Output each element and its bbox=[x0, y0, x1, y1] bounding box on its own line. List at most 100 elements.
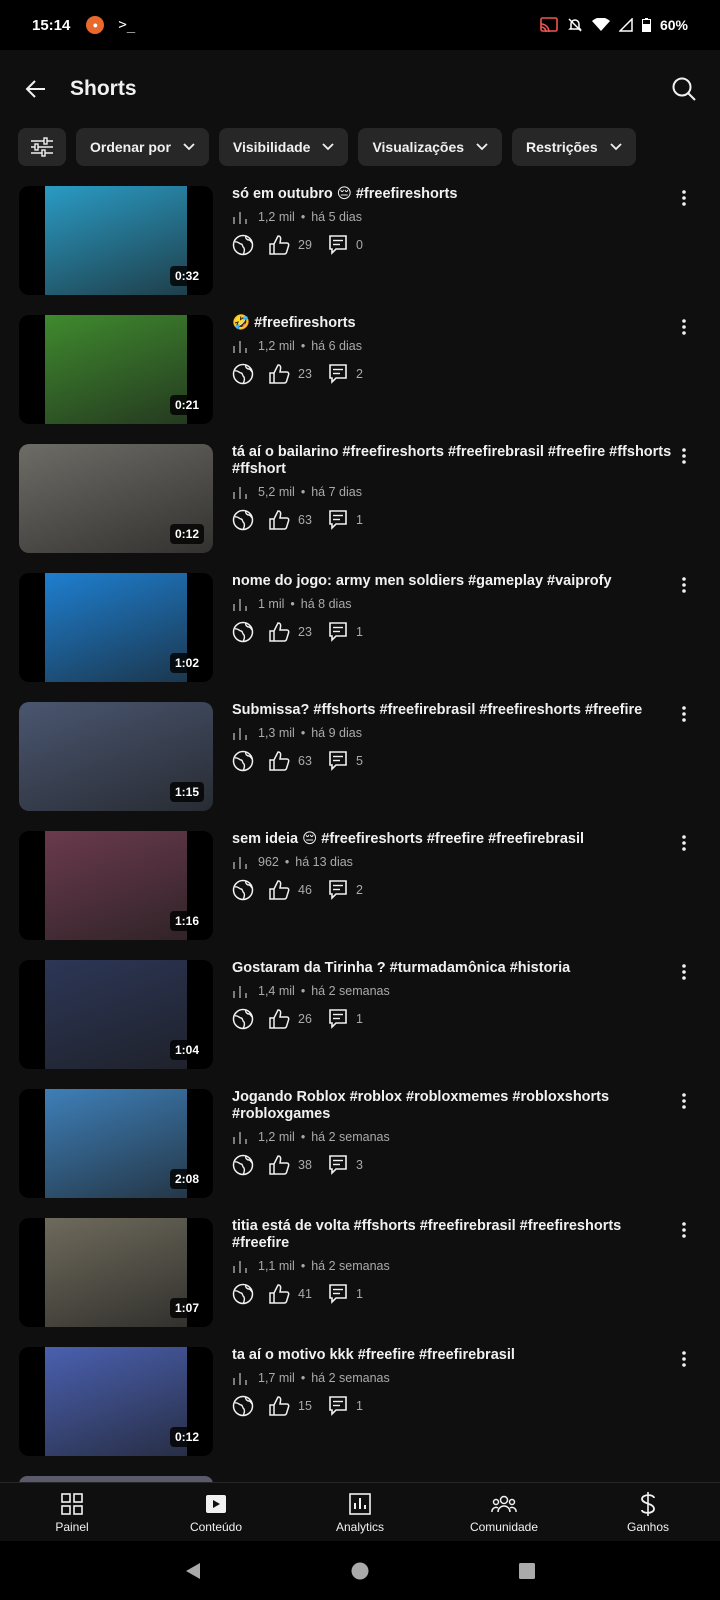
video-thumbnail[interactable]: 2:08 bbox=[19, 1089, 213, 1198]
system-home-icon[interactable] bbox=[350, 1561, 370, 1581]
like-count: 63 bbox=[298, 754, 312, 768]
video-title[interactable]: titia está de volta #ffshorts #freefireb… bbox=[232, 1218, 680, 1252]
nav-dashboard[interactable]: Painel bbox=[7, 1490, 137, 1534]
video-row[interactable]: 1:16 sem ideia 😔 #freefireshorts #freefi… bbox=[0, 831, 720, 960]
separator-dot: • bbox=[300, 984, 306, 998]
more-options-icon[interactable] bbox=[674, 1349, 694, 1369]
video-title[interactable]: Submissa? #ffshorts #freefirebrasil #fre… bbox=[232, 702, 680, 719]
video-title[interactable]: sem ideia 😔 #freefireshorts #freefire #f… bbox=[232, 831, 680, 848]
globe-public-icon[interactable] bbox=[232, 1283, 254, 1305]
video-thumbnail[interactable]: 0:12 bbox=[19, 1347, 213, 1456]
globe-public-icon[interactable] bbox=[232, 363, 254, 385]
notification-app-icon: ● bbox=[86, 16, 105, 34]
video-metadata: Submissa? #ffshorts #freefirebrasil #fre… bbox=[232, 702, 680, 772]
video-thumbnail[interactable]: 0:32 bbox=[19, 186, 213, 295]
chevron-down-icon bbox=[183, 143, 195, 151]
video-metadata: Gostaram da Tirinha ? #turmadamônica #hi… bbox=[232, 960, 680, 1030]
video-thumbnail[interactable]: 1:02 bbox=[19, 573, 213, 682]
nav-content[interactable]: Conteúdo bbox=[151, 1490, 281, 1534]
video-thumbnail[interactable]: 1:15 bbox=[19, 702, 213, 811]
video-duration: 1:02 bbox=[169, 653, 204, 673]
views-bars-icon bbox=[232, 984, 248, 998]
sort-dropdown[interactable]: Ordenar por bbox=[76, 128, 209, 166]
search-icon[interactable] bbox=[668, 73, 700, 105]
video-stats: 1,4 mil • há 2 semanas bbox=[232, 984, 680, 998]
restrictions-dropdown[interactable]: Restrições bbox=[512, 128, 636, 166]
globe-public-icon[interactable] bbox=[232, 750, 254, 772]
thumbs-up-icon bbox=[268, 879, 290, 901]
video-thumbnail[interactable]: 1:07 bbox=[19, 1218, 213, 1327]
more-options-icon[interactable] bbox=[674, 704, 694, 724]
video-thumbnail[interactable]: 0:12 bbox=[19, 444, 213, 553]
globe-public-icon[interactable] bbox=[232, 621, 254, 643]
video-stats: 1,1 mil • há 2 semanas bbox=[232, 1259, 680, 1273]
video-row[interactable]: 0:12 tá aí o bailarino #freefireshorts #… bbox=[0, 444, 720, 573]
bottom-navigation: Painel Conteúdo Analytics Comunidade Gan… bbox=[0, 1482, 720, 1541]
more-options-icon[interactable] bbox=[674, 317, 694, 337]
globe-public-icon[interactable] bbox=[232, 1154, 254, 1176]
view-count: 1,2 mil bbox=[258, 210, 295, 224]
video-list: 0:32 só em outubro 😔 #freefireshorts 1,2… bbox=[0, 186, 720, 1476]
video-title[interactable]: Gostaram da Tirinha ? #turmadamônica #hi… bbox=[232, 960, 680, 977]
terminal-icon: >_ bbox=[118, 17, 136, 33]
views-bars-icon bbox=[232, 855, 248, 869]
comment-count: 0 bbox=[356, 238, 363, 252]
comment-count: 1 bbox=[356, 513, 363, 527]
video-stats: 1,7 mil • há 2 semanas bbox=[232, 1371, 680, 1385]
video-thumbnail[interactable]: 1:04 bbox=[19, 960, 213, 1069]
views-bars-icon bbox=[232, 597, 248, 611]
like-count: 23 bbox=[298, 367, 312, 381]
more-options-icon[interactable] bbox=[674, 1220, 694, 1240]
video-title[interactable]: só em outubro 😔 #freefireshorts bbox=[232, 186, 680, 203]
nav-earnings[interactable]: Ganhos bbox=[583, 1490, 713, 1534]
video-stats: 1,2 mil • há 5 dias bbox=[232, 210, 680, 224]
video-thumbnail[interactable]: 1:16 bbox=[19, 831, 213, 940]
video-title[interactable]: ta aí o motivo kkk #freefire #freefirebr… bbox=[232, 1347, 680, 1364]
system-recents-icon[interactable] bbox=[517, 1561, 537, 1581]
visibility-dropdown[interactable]: Visibilidade bbox=[218, 128, 349, 166]
views-bars-icon bbox=[232, 1259, 248, 1273]
video-row[interactable]: 1:02 nome do jogo: army men soldiers #ga… bbox=[0, 573, 720, 702]
globe-public-icon[interactable] bbox=[232, 509, 254, 531]
video-stats: 962 • há 13 dias bbox=[232, 855, 680, 869]
video-title[interactable]: Jogando Roblox #roblox #robloxmemes #rob… bbox=[232, 1089, 680, 1123]
video-thumbnail[interactable]: 0:21 bbox=[19, 315, 213, 424]
globe-public-icon[interactable] bbox=[232, 1008, 254, 1030]
thumbnail-image bbox=[45, 831, 187, 940]
video-title[interactable]: tá aí o bailarino #freefireshorts #freef… bbox=[232, 444, 680, 478]
video-title[interactable]: 🤣 #freefireshorts bbox=[232, 315, 680, 332]
view-count: 1,7 mil bbox=[258, 1371, 295, 1385]
globe-public-icon[interactable] bbox=[232, 879, 254, 901]
video-metadata: Jogando Roblox #roblox #robloxmemes #rob… bbox=[232, 1089, 680, 1176]
video-row[interactable]: 0:32 só em outubro 😔 #freefireshorts 1,2… bbox=[0, 186, 720, 315]
video-row[interactable]: 0:21 🤣 #freefireshorts 1,2 mil • há 6 di… bbox=[0, 315, 720, 444]
globe-public-icon[interactable] bbox=[232, 1395, 254, 1417]
views-dropdown[interactable]: Visualizações bbox=[358, 128, 503, 166]
video-row[interactable]: 2:08 Jogando Roblox #roblox #robloxmemes… bbox=[0, 1089, 720, 1218]
filter-settings-button[interactable] bbox=[18, 128, 66, 166]
video-row[interactable]: 0:12 ta aí o motivo kkk #freefire #freef… bbox=[0, 1347, 720, 1476]
upload-age: há 9 dias bbox=[311, 726, 362, 740]
comment-count: 1 bbox=[356, 1012, 363, 1026]
more-options-icon[interactable] bbox=[674, 833, 694, 853]
video-row[interactable]: 1:07 titia está de volta #ffshorts #free… bbox=[0, 1218, 720, 1347]
video-duration: 1:15 bbox=[169, 782, 204, 802]
nav-community[interactable]: Comunidade bbox=[439, 1490, 569, 1534]
more-options-icon[interactable] bbox=[674, 575, 694, 595]
video-duration: 0:12 bbox=[169, 524, 204, 544]
back-arrow-icon[interactable] bbox=[20, 73, 52, 105]
video-row[interactable]: 1:15 Submissa? #ffshorts #freefirebrasil… bbox=[0, 702, 720, 831]
more-options-icon[interactable] bbox=[674, 962, 694, 982]
more-options-icon[interactable] bbox=[674, 188, 694, 208]
community-icon bbox=[491, 1490, 517, 1518]
view-count: 1,4 mil bbox=[258, 984, 295, 998]
nav-analytics[interactable]: Analytics bbox=[295, 1490, 425, 1534]
more-options-icon[interactable] bbox=[674, 1091, 694, 1111]
system-back-icon[interactable] bbox=[183, 1561, 203, 1581]
video-metadata: 🤣 #freefireshorts 1,2 mil • há 6 dias 23… bbox=[232, 315, 680, 385]
globe-public-icon[interactable] bbox=[232, 234, 254, 256]
more-options-icon[interactable] bbox=[674, 446, 694, 466]
signal-icon bbox=[618, 18, 633, 32]
video-row[interactable]: 1:04 Gostaram da Tirinha ? #turmadamônic… bbox=[0, 960, 720, 1089]
video-title[interactable]: nome do jogo: army men soldiers #gamepla… bbox=[232, 573, 680, 590]
